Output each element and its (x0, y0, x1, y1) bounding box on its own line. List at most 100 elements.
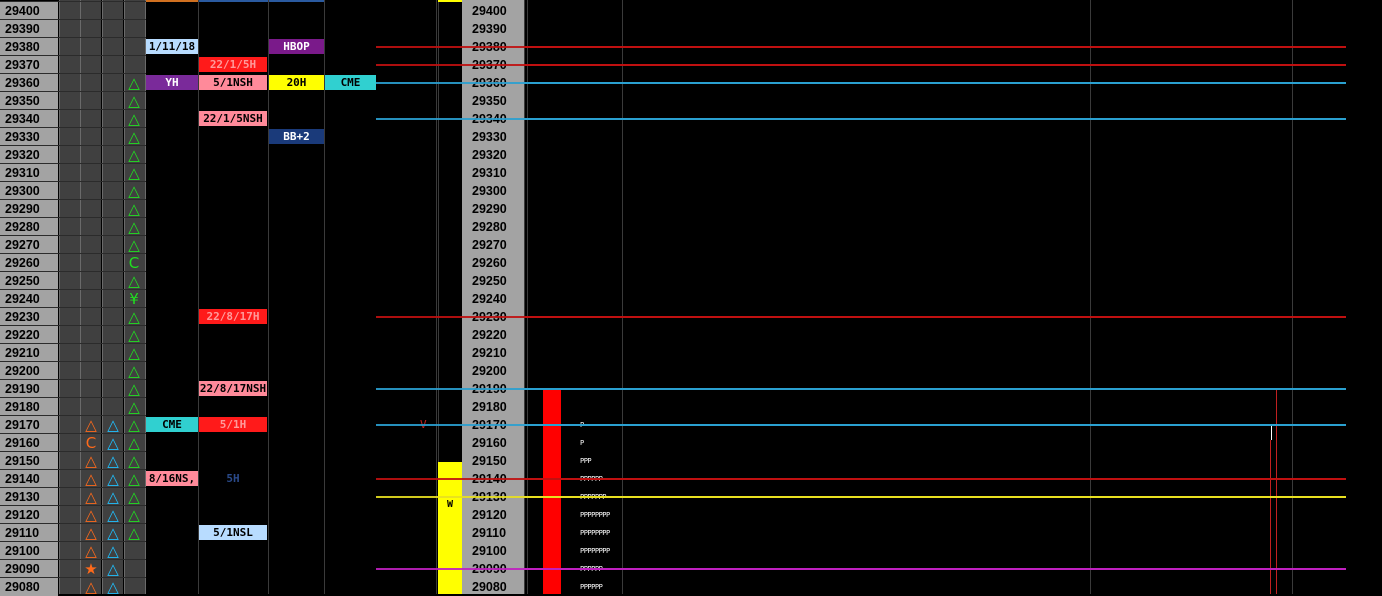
price-cell-right[interactable]: 29150 (467, 452, 524, 470)
triangle-icon: △ (128, 74, 140, 92)
level-line (524, 64, 1346, 66)
price-cell[interactable]: 29260 (0, 254, 58, 272)
price-cell-right[interactable]: 29390 (467, 20, 524, 38)
level-tag[interactable]: 20H (269, 75, 324, 90)
price-cell[interactable]: 29210 (0, 344, 58, 362)
price-cell[interactable]: 29280 (0, 218, 58, 236)
price-cell[interactable]: 29140 (0, 470, 58, 488)
level-tag[interactable]: 8/16NS, (146, 471, 198, 486)
price-cell[interactable]: 29100 (0, 542, 58, 560)
triangle-icon: △ (128, 308, 140, 326)
price-cell[interactable]: 29400 (0, 2, 58, 20)
price-cell-right[interactable]: 29110 (467, 524, 524, 542)
price-cell-right[interactable]: 29080 (467, 578, 524, 596)
triangle-icon: △ (128, 452, 140, 470)
level-tag[interactable]: CME (146, 417, 198, 432)
triangle-icon: △ (128, 398, 140, 416)
price-cell-right[interactable]: 29180 (467, 398, 524, 416)
price-cell[interactable]: 29380 (0, 38, 58, 56)
row-divider (0, 55, 146, 56)
price-cell-right[interactable]: 29270 (467, 236, 524, 254)
price-cell-right[interactable]: 29400 (467, 2, 524, 20)
price-cell[interactable]: 29110 (0, 524, 58, 542)
triangle-icon: △ (128, 128, 140, 146)
level-tag[interactable]: 22/8/17NSH (199, 381, 267, 396)
level-tag[interactable]: YH (146, 75, 198, 90)
triangle-icon: △ (128, 344, 140, 362)
level-line (524, 568, 1346, 570)
triangle-icon: △ (128, 272, 140, 290)
price-cell[interactable]: 29360 (0, 74, 58, 92)
price-cell-right[interactable]: 29310 (467, 164, 524, 182)
price-cell[interactable]: 29340 (0, 110, 58, 128)
price-cell[interactable]: 29190 (0, 380, 58, 398)
level-line (524, 478, 1346, 480)
triangle-icon: △ (128, 524, 140, 542)
triangle-icon: △ (85, 416, 97, 434)
level-tag[interactable]: 5/1NSH (199, 75, 267, 90)
price-cell[interactable]: 29200 (0, 362, 58, 380)
price-cell-right[interactable]: 29120 (467, 506, 524, 524)
triangle-icon: △ (107, 470, 119, 488)
price-cell[interactable]: 29230 (0, 308, 58, 326)
price-cell[interactable]: 29240 (0, 290, 58, 308)
level-tag[interactable]: HBOP (269, 39, 324, 54)
price-cell-right[interactable]: 29220 (467, 326, 524, 344)
price-cell[interactable]: 29150 (0, 452, 58, 470)
price-cell[interactable]: 29160 (0, 434, 58, 452)
price-cell[interactable]: 29120 (0, 506, 58, 524)
price-cell-right[interactable]: 29250 (467, 272, 524, 290)
price-cell[interactable]: 29220 (0, 326, 58, 344)
tick-mark (1271, 426, 1272, 440)
level-tag[interactable]: 22/1/5NSH (199, 111, 267, 126)
level-tag[interactable]: BB+2 (269, 129, 324, 144)
row-divider (0, 19, 146, 20)
triangle-icon: △ (107, 416, 119, 434)
price-cell[interactable]: 29350 (0, 92, 58, 110)
grid-line (622, 0, 623, 594)
level-tag[interactable]: 5H (199, 471, 267, 486)
price-cell[interactable]: 29080 (0, 578, 58, 596)
tpo-letters: PPPPPPPP (580, 547, 610, 555)
price-cell[interactable]: 29250 (0, 272, 58, 290)
price-cell-right[interactable]: 29350 (467, 92, 524, 110)
triangle-icon: △ (128, 236, 140, 254)
price-cell-right[interactable]: 29260 (467, 254, 524, 272)
triangle-icon: △ (107, 524, 119, 542)
price-cell[interactable]: 29170 (0, 416, 58, 434)
price-cell-right[interactable]: 29280 (467, 218, 524, 236)
price-cell[interactable]: 29290 (0, 200, 58, 218)
price-cell-right[interactable]: 29300 (467, 182, 524, 200)
triangle-icon: △ (107, 506, 119, 524)
price-cell-right[interactable]: 29100 (467, 542, 524, 560)
row-divider (0, 559, 146, 560)
c-marker-icon: C (128, 254, 140, 272)
price-cell-right[interactable]: 29200 (467, 362, 524, 380)
price-cell-right[interactable]: 29320 (467, 146, 524, 164)
triangle-icon: △ (85, 488, 97, 506)
price-cell[interactable]: 29180 (0, 398, 58, 416)
level-tag[interactable]: 5/1NSL (199, 525, 267, 540)
price-cell[interactable]: 29310 (0, 164, 58, 182)
level-tag[interactable]: 5/1H (199, 417, 267, 432)
price-cell[interactable]: 29300 (0, 182, 58, 200)
top-accent (269, 0, 324, 2)
level-tag[interactable]: 1/11/18 (146, 39, 198, 54)
level-tag[interactable]: 22/1/5H (199, 57, 267, 72)
row-divider (0, 37, 146, 38)
price-cell[interactable]: 29330 (0, 128, 58, 146)
price-cell[interactable]: 29370 (0, 56, 58, 74)
price-cell-right[interactable]: 29160 (467, 434, 524, 452)
price-cell[interactable]: 29320 (0, 146, 58, 164)
price-cell[interactable]: 29270 (0, 236, 58, 254)
price-cell[interactable]: 29390 (0, 20, 58, 38)
price-cell-right[interactable]: 29240 (467, 290, 524, 308)
level-tag[interactable]: CME (325, 75, 376, 90)
price-cell[interactable]: 29090 (0, 560, 58, 578)
price-cell-right[interactable]: 29210 (467, 344, 524, 362)
level-tag[interactable]: 22/8/17H (199, 309, 267, 324)
price-cell-right[interactable]: 29330 (467, 128, 524, 146)
tick-mark (1276, 390, 1277, 594)
price-cell-right[interactable]: 29290 (467, 200, 524, 218)
price-cell[interactable]: 29130 (0, 488, 58, 506)
